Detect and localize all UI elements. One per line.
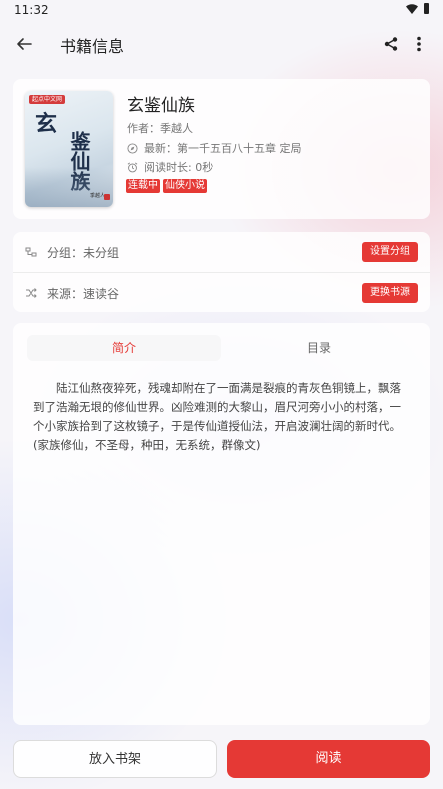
app-bar: 书籍信息 <box>0 24 443 64</box>
tab-toc[interactable]: 目录 <box>222 335 416 361</box>
more-options-button[interactable] <box>407 32 431 56</box>
latest-chapter: 最新：第一千五百八十五章 定局 <box>144 142 302 155</box>
book-title: 玄鉴仙族 <box>127 96 195 116</box>
share-button[interactable] <box>379 32 403 56</box>
book-info-card: 起点中文网 玄 鉴仙族 季越人 玄鉴仙族 作者：季越人 最新：第一千五百八十五章… <box>13 79 430 219</box>
wifi-icon <box>406 3 418 14</box>
group-label: 分组：未分组 <box>47 246 120 260</box>
page-title: 书籍信息 <box>60 37 125 56</box>
reading-time-row: 阅读时长: 0秒 <box>127 159 213 175</box>
status-time: 11:32 <box>14 3 49 17</box>
cover-author: 季越人 <box>89 193 105 199</box>
source-row: 来源：速读谷 更换书源 <box>13 272 430 312</box>
book-tags: 连载中 仙侠小说 <box>126 179 207 193</box>
status-bar: 11:32 <box>0 0 443 22</box>
book-cover[interactable]: 起点中文网 玄 鉴仙族 季越人 <box>25 91 113 207</box>
latest-chapter-row: 最新：第一千五百八十五章 定局 <box>127 140 302 156</box>
more-vertical-icon <box>417 36 421 52</box>
source-label: 来源：速读谷 <box>47 287 120 301</box>
group-row: 分组：未分组 设置分组 <box>13 232 430 272</box>
cover-publisher-logo: 起点中文网 <box>29 95 66 104</box>
tab-intro[interactable]: 简介 <box>27 335 221 361</box>
book-author: 作者：季越人 <box>127 122 193 135</box>
description-card: 简介 目录 陆江仙熬夜猝死，残魂却附在了一面满是裂痕的青灰色铜镜上，飘落到了浩瀚… <box>13 323 430 725</box>
cover-title: 玄 <box>35 111 58 137</box>
compass-icon <box>127 142 138 154</box>
cover-mountain-art <box>25 167 113 207</box>
back-button[interactable] <box>12 32 36 56</box>
book-description: 陆江仙熬夜猝死，残魂却附在了一面满是裂痕的青灰色铜镜上，飘落到了浩瀚无垠的修仙世… <box>33 381 401 452</box>
arrow-left-icon <box>17 38 32 50</box>
battery-icon <box>424 3 429 14</box>
tag-status: 连载中 <box>126 179 160 193</box>
detail-tabs: 简介 目录 <box>27 335 416 361</box>
group-icon <box>25 247 37 257</box>
change-source-button[interactable]: 更换书源 <box>362 283 418 303</box>
status-icons <box>406 3 429 14</box>
read-button[interactable]: 阅读 <box>227 740 430 778</box>
alarm-clock-icon <box>127 162 138 172</box>
tag-genre: 仙侠小说 <box>163 179 207 193</box>
book-meta-card: 分组：未分组 设置分组 来源：速读谷 更换书源 <box>13 232 430 312</box>
reading-time: 阅读时长: 0秒 <box>144 161 214 174</box>
add-to-shelf-button[interactable]: 放入书架 <box>13 740 217 778</box>
shuffle-icon <box>26 288 37 298</box>
cover-seal-stamp <box>104 194 110 200</box>
set-group-button[interactable]: 设置分组 <box>362 242 418 262</box>
share-icon <box>384 37 398 51</box>
